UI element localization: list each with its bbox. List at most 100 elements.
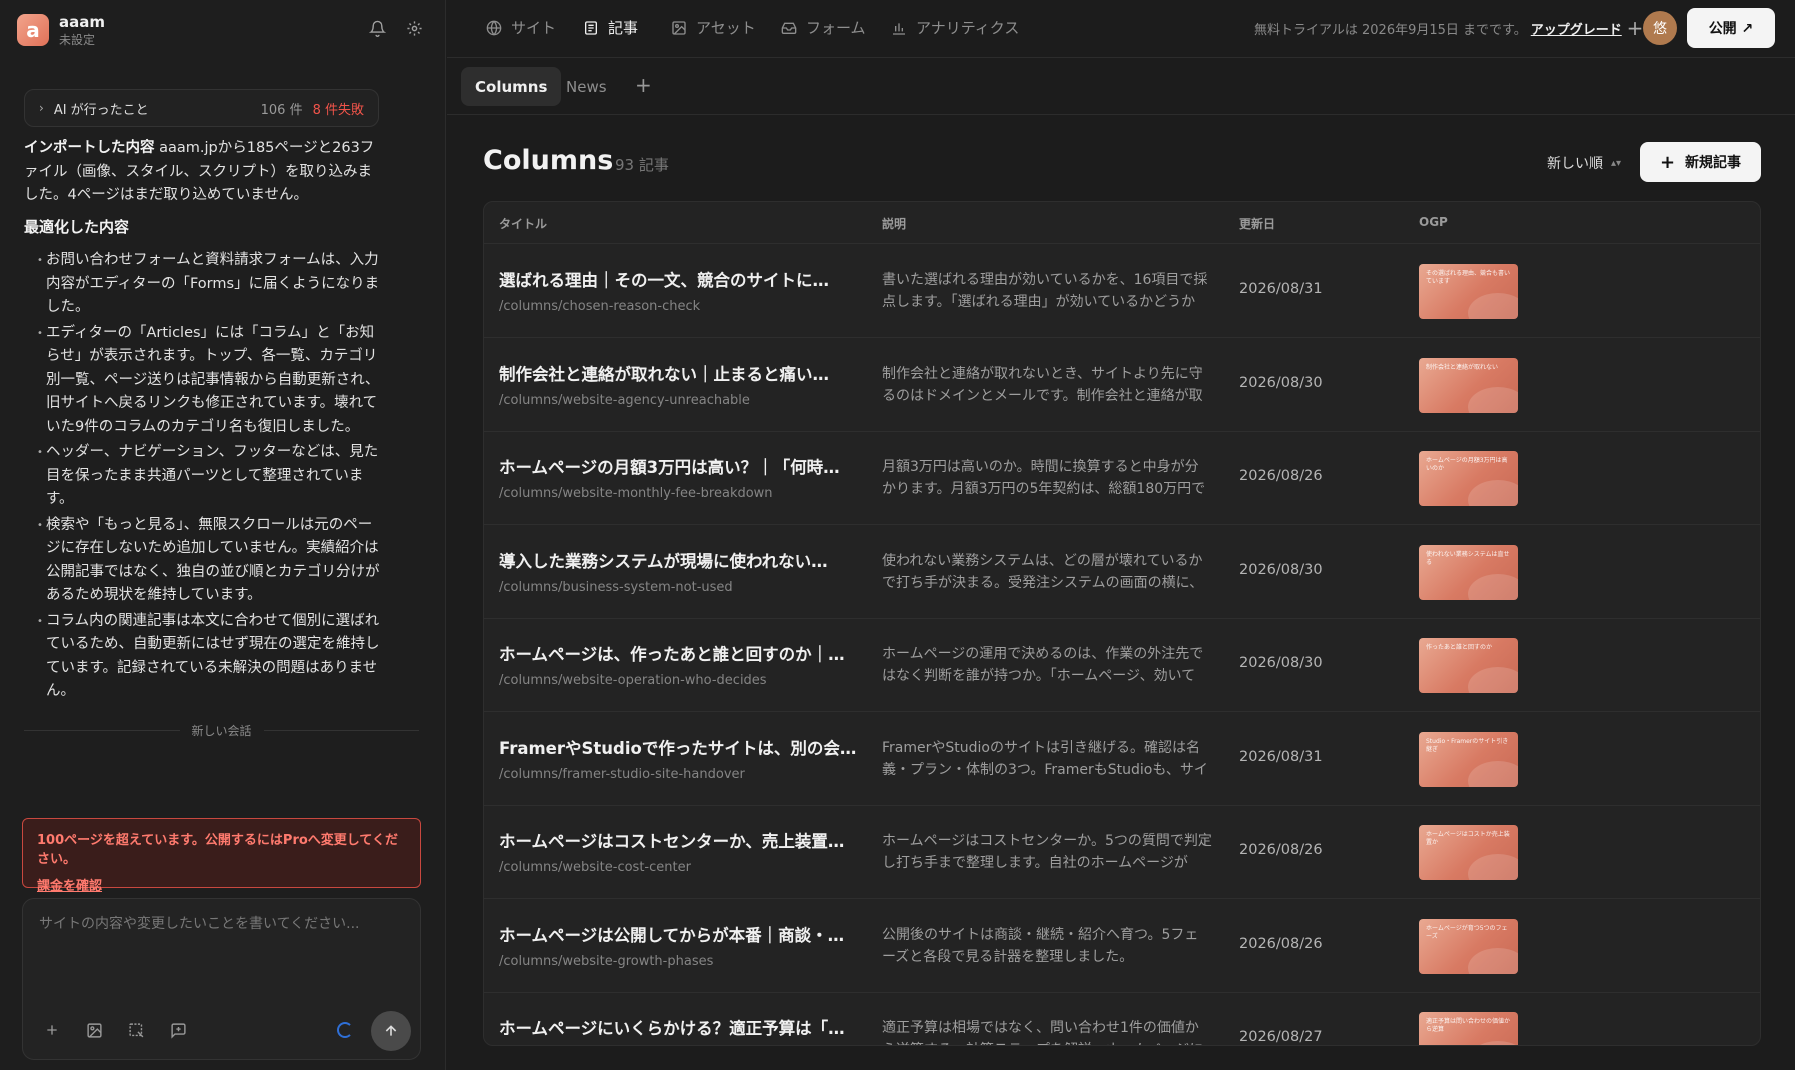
new-article-button[interactable]: + 新規記事 (1640, 142, 1761, 182)
collection-tabs: Columns News + (447, 58, 1795, 115)
image-icon (670, 19, 688, 37)
ogp-thumbnail[interactable]: ホームページが育つ5つのフェーズ (1419, 918, 1518, 974)
chat-composer[interactable]: サイトの内容や変更したいことを書いてください... (22, 898, 421, 1060)
article-slug: /columns/website-growth-phases (499, 953, 714, 969)
tab-news[interactable]: News (552, 67, 621, 106)
bell-icon[interactable] (367, 18, 387, 38)
list-item: ヘッダー、ナビゲーション、フッターなどは、見た目を保ったまま共通パーツとして整理… (24, 441, 384, 512)
article-description: 制作会社と連絡が取れないとき、サイトより先に守るのはドメインとメールです。制作会… (882, 365, 1203, 404)
plus-icon: + (1659, 151, 1676, 173)
column-updated[interactable]: 更新日 (1239, 215, 1275, 232)
article-title[interactable]: ホームページは公開してからが本番｜商談・… (499, 922, 859, 946)
imported-heading: インポートした内容 (24, 140, 155, 156)
optimized-list: お問い合わせフォームと資料請求フォームは、入力内容がエディターの「Forms」に… (24, 249, 384, 704)
ogp-text: 使われない業務システムは直せる (1426, 550, 1510, 566)
site-name: aaam (59, 13, 105, 31)
plan-limit-alert: 100ページを超えています。公開するにはProへ変更してください。 課金を確認 (22, 818, 421, 894)
sort-select[interactable]: 新しい順 ▴▾ (1547, 153, 1621, 173)
tab-columns[interactable]: Columns (461, 67, 562, 106)
send-button[interactable] (371, 1011, 411, 1051)
articles-table: タイトル 説明 更新日 OGP 選ばれる理由｜その一文、競合のサイトに… /col… (483, 201, 1761, 1046)
table-row[interactable]: FramerやStudioで作ったサイトは、別の会… /columns/frame… (484, 713, 1760, 806)
article-title[interactable]: ホームページにいくらかける？適正予算は「… (499, 1015, 859, 1039)
article-updated-date: 2026/08/26 (1239, 468, 1323, 484)
ogp-thumbnail[interactable]: Studio・Framerのサイト引き継ぎ (1419, 731, 1518, 787)
article-description: 月額3万円は高いのか。時間に換算すると中身が分かります。月額3万円の5年契約は、… (882, 459, 1206, 497)
ogp-thumbnail[interactable]: 作ったあと誰と回すのか (1419, 638, 1518, 693)
trial-notice: 無料トライアルは 2026年9月15日 までです。 アップグレード (1254, 19, 1622, 38)
ogp-thumbnail[interactable]: 使われない業務システムは直せる (1419, 544, 1518, 600)
comment-icon[interactable] (167, 1019, 189, 1041)
nav-assets[interactable]: アセット (670, 17, 756, 38)
table-row[interactable]: 導入した業務システムが現場に使われない… /columns/business-sy… (484, 526, 1760, 619)
divider-label: 新しい会話 (191, 723, 252, 738)
nav-forms[interactable]: フォーム (780, 17, 866, 38)
chat-input[interactable]: サイトの内容や変更したいことを書いてください... (39, 913, 360, 933)
article-title[interactable]: 選ばれる理由｜その一文、競合のサイトに… (499, 267, 859, 291)
article-title[interactable]: ホームページの月額3万円は高い？｜「何時… (499, 454, 859, 478)
assistant-report: インポートした内容 aaam.jpから185ページと263ファイル（画像、スタイ… (24, 137, 384, 706)
table-row[interactable]: ホームページはコストセンターか、売上装置… /columns/website-co… (484, 806, 1760, 899)
table-row[interactable]: ホームページにいくらかける？適正予算は「… 適正予算は相場ではなく、問い合わせ1件… (484, 993, 1760, 1045)
table-row[interactable]: 制作会社と連絡が取れない｜止まると痛い… /columns/website-age… (484, 339, 1760, 432)
list-item: コラム内の関連記事は本文に合わせて個別に選ばれているため、自動更新にはせず現在の… (24, 610, 384, 704)
article-title-cell: ホームページはコストセンターか、売上装置… /columns/website-co… (499, 828, 859, 875)
list-item: エディターの「Articles」には「コラム」と「お知らせ」が表示されます。トッ… (24, 322, 384, 440)
article-description: ホームページの運用で決めるのは、作業の外注先ではなく判断を誰が持つか。「ホームペ… (882, 646, 1204, 684)
article-title[interactable]: ホームページはコストセンターか、売上装置… (499, 828, 859, 852)
article-description: 使われない業務システムは、どの層が壊れているかで打ち手が決まる。受発注システムの… (882, 552, 1204, 591)
article-title[interactable]: ホームページは、作ったあと誰と回すのか｜… (499, 641, 859, 665)
ogp-thumbnail[interactable]: 適正予算は問い合わせの価値から逆算 (1419, 1012, 1518, 1045)
gear-icon[interactable] (404, 18, 424, 38)
article-title[interactable]: 制作会社と連絡が取れない｜止まると痛い… (499, 361, 859, 385)
assistant-panel: a aaam 未設定 › AI が行ったこと 106 件 8 件失敗 インポート… (0, 0, 446, 1070)
article-updated-date: 2026/08/30 (1239, 655, 1323, 671)
avatar[interactable]: 悠 (1643, 11, 1677, 45)
article-count: 93 記事 (615, 156, 669, 174)
table-row[interactable]: 選ばれる理由｜その一文、競合のサイトに… /columns/chosen-reas… (484, 245, 1760, 338)
table-row[interactable]: ホームページは、作ったあと誰と回すのか｜… /columns/website-op… (484, 619, 1760, 712)
ogp-text: 適正予算は問い合わせの価値から逆算 (1426, 1018, 1511, 1033)
upgrade-link[interactable]: アップグレード (1531, 23, 1622, 38)
ogp-thumbnail[interactable]: ホームページの月額3万円は高いのか (1419, 451, 1518, 506)
chevron-right-icon: › (39, 101, 44, 115)
nav-site-label: サイト (511, 19, 557, 37)
select-area-icon[interactable] (125, 1019, 147, 1041)
nav-analytics[interactable]: アナリティクス (890, 17, 1019, 38)
ogp-text: ホームページの月額3万円は高いのか (1426, 457, 1508, 472)
article-title[interactable]: FramerやStudioで作ったサイトは、別の会… (499, 735, 859, 759)
article-slug: /columns/framer-studio-site-handover (499, 766, 745, 782)
image-icon[interactable] (83, 1019, 105, 1041)
nav-articles[interactable]: 記事 (582, 17, 638, 38)
column-description[interactable]: 説明 (882, 215, 906, 232)
add-collection-button[interactable]: + (635, 73, 652, 97)
ogp-thumbnail[interactable]: その選ばれる理由、競合も書いています (1419, 264, 1518, 319)
ogp-thumbnail[interactable]: ホームページはコストか売上装置か (1419, 825, 1518, 880)
article-slug: /columns/website-monthly-fee-breakdown (499, 486, 773, 501)
billing-link[interactable]: 課金を確認 (37, 875, 102, 894)
article-description: FramerやStudioのサイトは引き継げる。確認は名義・プラン・体制の3つ。… (882, 739, 1208, 778)
new-article-label: 新規記事 (1685, 155, 1742, 171)
article-title-cell: ホームページにいくらかける？適正予算は「… (499, 1015, 859, 1045)
article-title-cell: 導入した業務システムが現場に使われない… /columns/business-sy… (499, 548, 859, 595)
column-title[interactable]: タイトル (499, 215, 547, 232)
nav-site[interactable]: サイト (485, 17, 556, 38)
ogp-text: ホームページが育つ5つのフェーズ (1426, 924, 1508, 940)
publish-button[interactable]: 公開 ↗ (1687, 8, 1775, 48)
ai-actions-count: 106 件 (260, 102, 303, 118)
article-title-cell: ホームページは公開してからが本番｜商談・… /columns/website-gr… (499, 922, 859, 969)
article-updated-date: 2026/08/31 (1239, 281, 1323, 297)
table-header: タイトル 説明 更新日 OGP (484, 202, 1760, 244)
table-row[interactable]: ホームページは公開してからが本番｜商談・… /columns/website-gr… (484, 900, 1760, 993)
ogp-thumbnail[interactable]: 制作会社と連絡が取れない (1419, 357, 1518, 413)
nav-analytics-label: アナリティクス (916, 19, 1020, 37)
column-ogp[interactable]: OGP (1419, 215, 1448, 229)
nav-assets-label: アセット (696, 19, 756, 37)
article-title[interactable]: 導入した業務システムが現場に使われない… (499, 548, 859, 572)
site-switcher[interactable]: a aaam 未設定 (17, 13, 105, 47)
article-updated-date: 2026/08/27 (1239, 1029, 1323, 1045)
ai-actions-summary[interactable]: › AI が行ったこと 106 件 8 件失敗 (24, 89, 379, 127)
table-row[interactable]: ホームページの月額3万円は高い？｜「何時… /columns/website-mo… (484, 432, 1760, 525)
article-icon (582, 19, 600, 37)
plus-icon[interactable] (41, 1019, 63, 1041)
